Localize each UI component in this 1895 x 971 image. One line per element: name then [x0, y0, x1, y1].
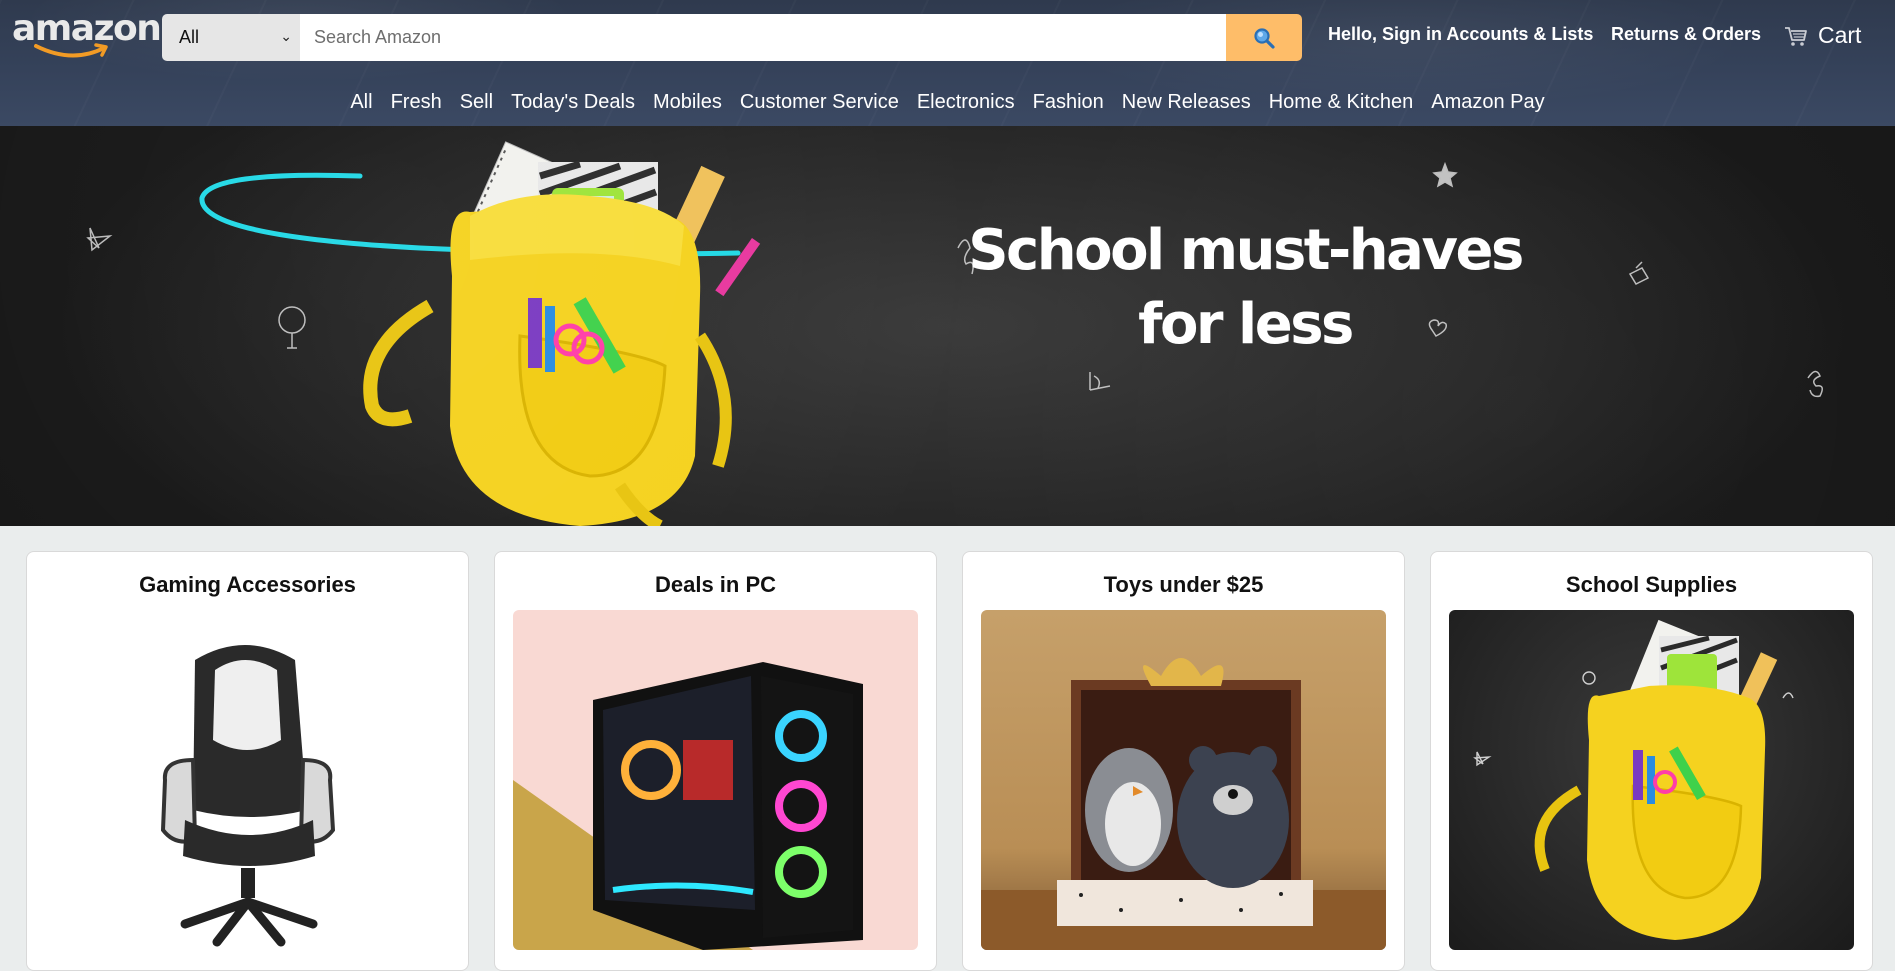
search-input[interactable] — [300, 14, 1226, 61]
search-category-select[interactable]: All ⌄ — [162, 14, 300, 61]
subnav-item-electronics[interactable]: Electronics — [908, 91, 1024, 114]
plush-toys-image[interactable] — [981, 610, 1386, 950]
hero-banner[interactable]: School must-haves for less — [0, 126, 1895, 526]
subnav-bar: All Fresh Sell Today's Deals Mobiles Cus… — [0, 78, 1895, 126]
cart-icon — [1785, 26, 1807, 46]
subnav-item-fresh[interactable]: Fresh — [382, 91, 451, 114]
pc-case-image[interactable] — [513, 610, 918, 950]
backpack-icon — [1473, 619, 1794, 940]
hero-backpack-illustration — [86, 141, 1823, 526]
subnav-item-all[interactable]: All — [341, 91, 381, 114]
school-backpack-image[interactable] — [1449, 610, 1854, 950]
card-title: Deals in PC — [654, 572, 777, 597]
pc-case-icon — [513, 662, 863, 950]
subnav-item-mobiles[interactable]: Mobiles — [644, 91, 731, 114]
chevron-down-icon: ⌄ — [280, 28, 292, 44]
subnav-item-new-releases[interactable]: New Releases — [1113, 91, 1260, 114]
gaming-chair-icon — [160, 645, 336, 947]
card-deals-in-pc[interactable]: Deals in PC — [494, 551, 937, 971]
subnav-item-home-kitchen[interactable]: Home & Kitchen — [1260, 91, 1423, 114]
amazon-logo[interactable]: amazon — [12, 8, 162, 58]
gaming-chair-image[interactable] — [45, 610, 450, 950]
signin-accounts-link[interactable]: Hello, Sign in Accounts & Lists — [1328, 24, 1593, 45]
hero-title-line1: School must-haves — [968, 218, 1524, 283]
card-title: School Supplies — [1565, 572, 1738, 597]
subnav-item-customer-service[interactable]: Customer Service — [731, 91, 908, 114]
card-toys-under-25[interactable]: Toys under $25 — [962, 551, 1405, 971]
subnav-item-sell[interactable]: Sell — [451, 91, 502, 114]
card-school-supplies[interactable]: School Supplies — [1430, 551, 1873, 971]
subnav-item-fashion[interactable]: Fashion — [1024, 91, 1113, 114]
top-header: amazon All ⌄ Hello, Sign in Accounts & L… — [0, 0, 1895, 126]
card-title: Gaming Accessories — [139, 572, 356, 597]
cart-button[interactable]: Cart — [1784, 22, 1861, 49]
returns-orders-link[interactable]: Returns & Orders — [1611, 24, 1761, 45]
card-gaming-accessories[interactable]: Gaming Accessories — [26, 551, 469, 971]
hero-title-line2: for less — [1138, 292, 1354, 357]
cart-label: Cart — [1818, 22, 1862, 48]
search-category-label: All — [179, 27, 200, 47]
search-button[interactable] — [1226, 14, 1302, 61]
logo-smile-icon — [34, 43, 108, 58]
card-title: Toys under $25 — [1103, 572, 1264, 597]
subnav-item-amazon-pay[interactable]: Amazon Pay — [1422, 91, 1553, 114]
search-icon — [1254, 27, 1275, 49]
plush-toys-icon — [981, 658, 1386, 950]
hero-title: School must-haves for less — [960, 214, 1530, 362]
subnav-item-todays-deals[interactable]: Today's Deals — [502, 91, 644, 114]
search-bar: All ⌄ — [162, 14, 1302, 61]
